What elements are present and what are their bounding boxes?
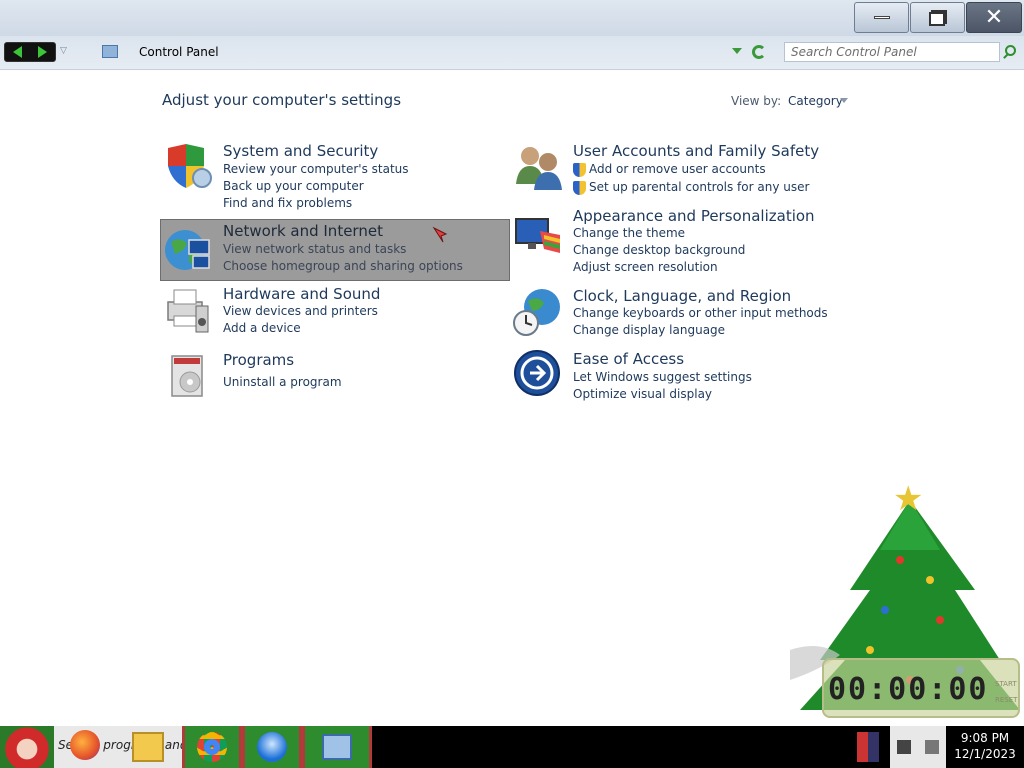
- tray-app-icon[interactable]: [897, 740, 911, 754]
- nav-buttons: [4, 42, 56, 62]
- category-title[interactable]: System and Security: [223, 142, 378, 160]
- close-button[interactable]: ✕: [966, 2, 1022, 33]
- category-title[interactable]: Network and Internet: [223, 222, 383, 240]
- restore-icon: [928, 9, 947, 26]
- language-flag-icon[interactable]: [857, 732, 879, 762]
- appearance-monitor-icon: [515, 218, 560, 253]
- category-link[interactable]: Find and fix problems: [223, 196, 352, 210]
- search-icon[interactable]: [1005, 45, 1016, 56]
- category-link[interactable]: Add a device: [223, 321, 301, 335]
- taskbar-clock[interactable]: 9:08 PM 12/1/2023: [946, 730, 1024, 762]
- close-icon: ✕: [984, 4, 1004, 30]
- category-link[interactable]: Back up your computer: [223, 179, 364, 193]
- forward-arrow-icon[interactable]: [38, 46, 47, 58]
- category-clock-language: Clock, Language, and Region Change keybo…: [512, 285, 852, 343]
- clock-globe-icon: [513, 289, 560, 336]
- category-link[interactable]: Change desktop background: [573, 243, 745, 257]
- category-programs: Programs Uninstall a program: [162, 350, 508, 400]
- users-icon: [516, 147, 562, 190]
- stopwatch-start-button[interactable]: START: [995, 680, 1017, 688]
- category-title[interactable]: User Accounts and Family Safety: [573, 142, 819, 160]
- minimize-icon: [873, 16, 890, 19]
- firefox-icon[interactable]: [70, 730, 104, 764]
- uac-shield-icon: [573, 163, 586, 177]
- category-network-internet[interactable]: Network and Internet View network status…: [160, 219, 510, 281]
- recent-pages-dropdown-icon[interactable]: ▽: [60, 46, 67, 56]
- back-arrow-icon[interactable]: [13, 46, 22, 58]
- search-input[interactable]: Search Control Panel: [784, 42, 1000, 62]
- category-user-accounts: User Accounts and Family Safety Add or r…: [512, 140, 852, 200]
- minimize-button[interactable]: [854, 2, 909, 33]
- category-title[interactable]: Clock, Language, and Region: [573, 287, 791, 305]
- view-by-label: View by:: [731, 94, 782, 108]
- category-system-security: System and Security Review your computer…: [162, 140, 508, 212]
- mouse-cursor-icon: [432, 226, 448, 243]
- control-panel-small-icon: [102, 45, 118, 58]
- address-dropdown-icon[interactable]: [732, 48, 742, 54]
- category-link[interactable]: Choose homegroup and sharing options: [223, 259, 463, 273]
- category-link[interactable]: Add or remove user accounts: [589, 162, 766, 176]
- breadcrumb[interactable]: Control Panel: [139, 45, 219, 59]
- category-title[interactable]: Appearance and Personalization: [573, 207, 815, 225]
- address-bar: ▽ Control Panel Search Control Panel: [0, 36, 1024, 70]
- stopwatch-digits: 00:00:00: [828, 672, 989, 707]
- volume-icon[interactable]: [925, 740, 939, 754]
- category-link[interactable]: Optimize visual display: [573, 387, 712, 401]
- category-title[interactable]: Hardware and Sound: [223, 285, 380, 303]
- printer-icon: [167, 289, 209, 333]
- title-bar: ✕: [0, 0, 1024, 36]
- category-ease-of-access: Ease of Access Let Windows suggest setti…: [512, 348, 852, 404]
- category-link[interactable]: View devices and printers: [223, 304, 378, 318]
- thunderbird-icon[interactable]: [242, 726, 302, 768]
- page-title: Adjust your computer's settings: [162, 91, 402, 109]
- control-panel-taskbar-icon[interactable]: [302, 726, 372, 768]
- uac-shield-icon: [573, 181, 586, 195]
- restore-button[interactable]: [910, 2, 965, 33]
- category-link[interactable]: Change the theme: [573, 226, 685, 240]
- category-link[interactable]: Adjust screen resolution: [573, 260, 718, 274]
- category-link[interactable]: Review your computer's status: [223, 162, 409, 176]
- refresh-icon[interactable]: [752, 45, 766, 59]
- category-appearance: Appearance and Personalization Change th…: [512, 205, 852, 277]
- clock-date: 12/1/2023: [954, 747, 1016, 761]
- category-hardware-sound: Hardware and Sound View devices and prin…: [162, 284, 508, 340]
- category-link[interactable]: Change display language: [573, 323, 725, 337]
- category-link[interactable]: View network status and tasks: [223, 242, 406, 256]
- start-button[interactable]: [0, 726, 54, 768]
- ease-of-access-icon: [514, 350, 560, 396]
- system-tray: [890, 726, 946, 768]
- shield-icon: [168, 144, 212, 188]
- category-link[interactable]: Set up parental controls for any user: [589, 180, 809, 194]
- window-controls: ✕: [854, 2, 1022, 33]
- category-title[interactable]: Programs: [223, 351, 294, 369]
- chevron-down-icon[interactable]: [840, 98, 848, 103]
- programs-icon: [171, 355, 203, 397]
- network-globe-icon: [165, 230, 210, 270]
- stopwatch-reset-button[interactable]: RESET: [995, 696, 1017, 704]
- clock-time: 9:08 PM: [960, 731, 1010, 745]
- category-link[interactable]: Change keyboards or other input methods: [573, 306, 828, 320]
- category-title[interactable]: Ease of Access: [573, 350, 684, 368]
- view-by-dropdown[interactable]: Category: [788, 94, 843, 108]
- file-explorer-icon[interactable]: [132, 732, 164, 762]
- category-link[interactable]: Uninstall a program: [223, 375, 342, 389]
- category-link[interactable]: Let Windows suggest settings: [573, 370, 752, 384]
- chrome-icon[interactable]: [182, 726, 242, 768]
- star-icon: ★: [893, 479, 924, 519]
